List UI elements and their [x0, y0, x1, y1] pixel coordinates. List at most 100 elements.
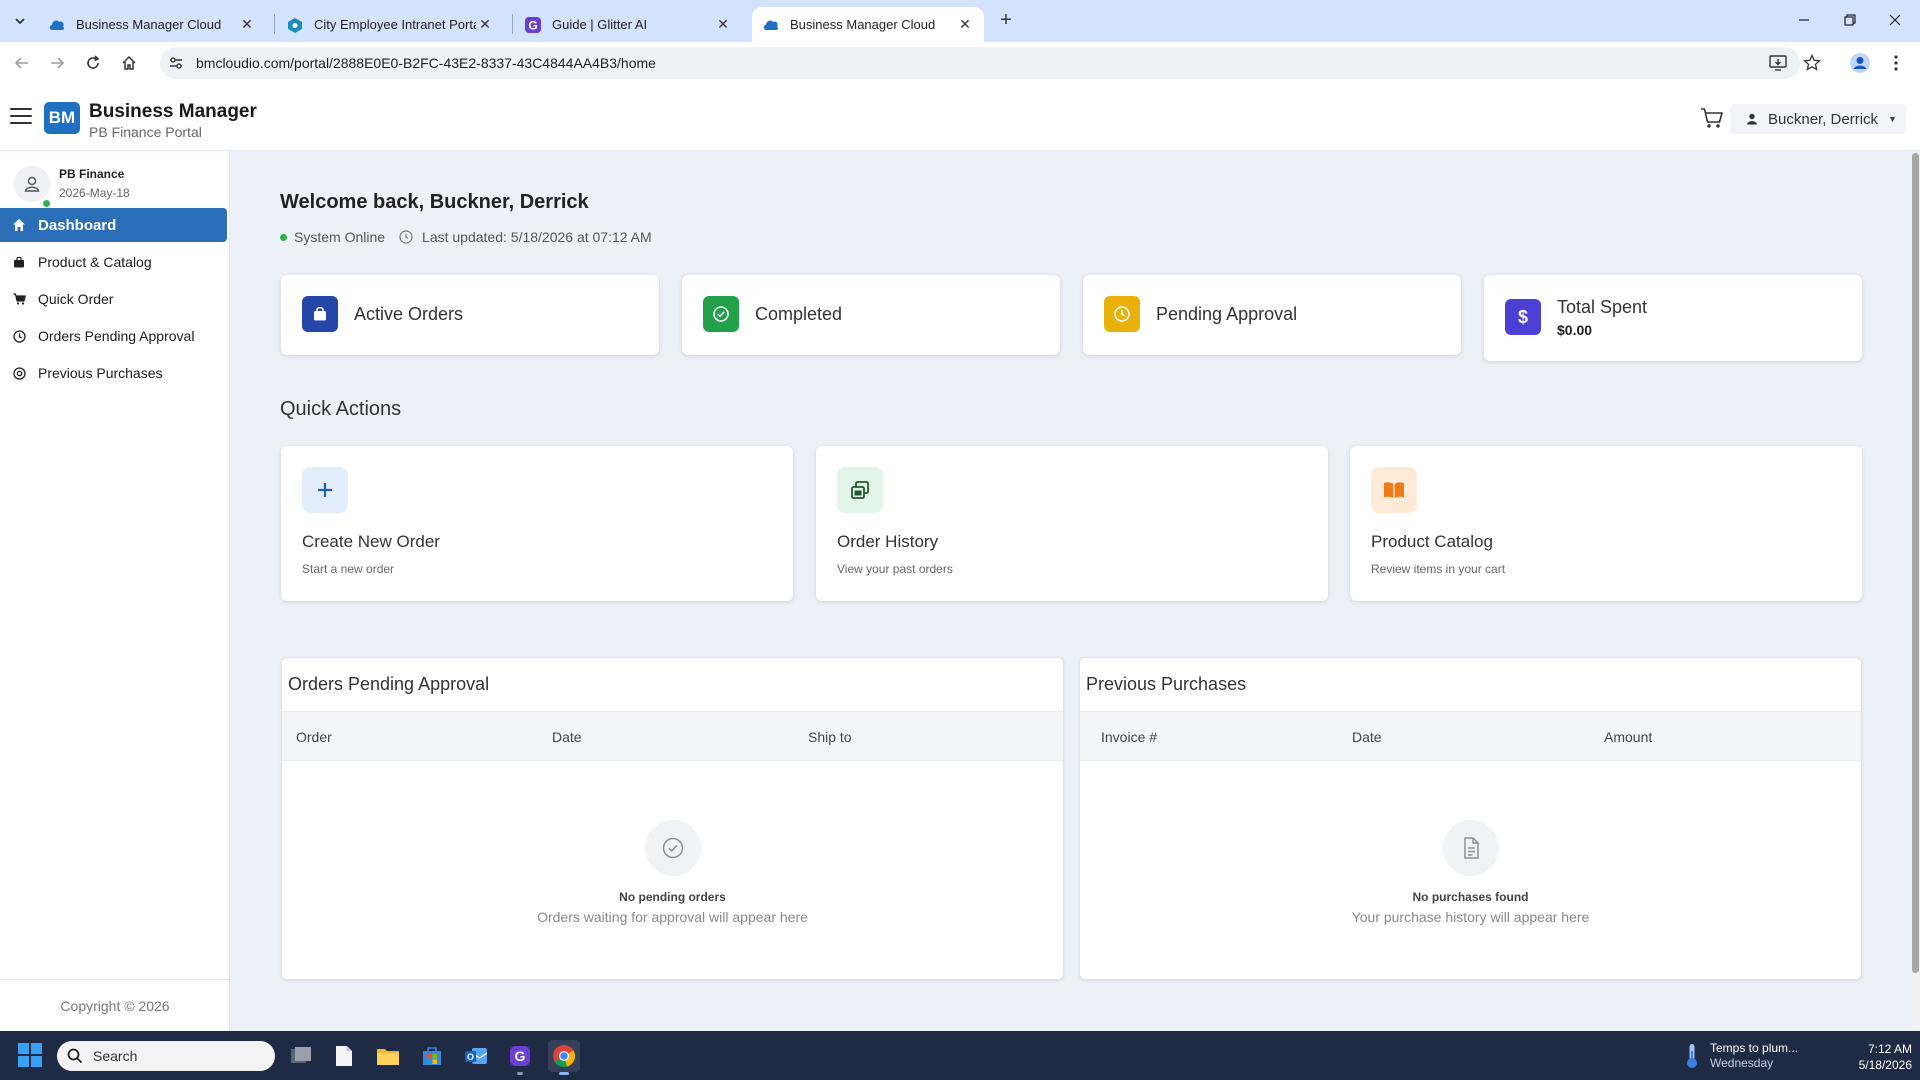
- tab-title: City Employee Intranet Portal -: [314, 17, 476, 32]
- app-title: Business Manager: [89, 101, 257, 122]
- order-history-card[interactable]: Order History View your past orders: [816, 446, 1328, 601]
- clock-date: 5/18/2026: [1858, 1058, 1912, 1072]
- tab-close-icon[interactable]: ✕: [476, 16, 494, 34]
- notepad-icon[interactable]: [328, 1040, 360, 1072]
- system-status: System Online Last updated: 5/18/2026 at…: [280, 228, 652, 246]
- hamburger-menu-icon[interactable]: [10, 105, 32, 127]
- forward-button[interactable]: [44, 50, 70, 76]
- reload-button[interactable]: [80, 50, 106, 76]
- browser-tabstrip: Business Manager Cloud ✕ City Employee I…: [0, 0, 1920, 42]
- active-indicator: [559, 1072, 569, 1075]
- stat-label: Total Spent: [1557, 297, 1648, 317]
- microsoft-store-icon[interactable]: [416, 1040, 448, 1072]
- minimize-button[interactable]: [1789, 6, 1819, 34]
- sidebar-item-orders-pending-approval[interactable]: Orders Pending Approval: [0, 319, 227, 353]
- orders-pending-approval-panel: Orders Pending Approval Order Date Ship …: [281, 657, 1064, 980]
- last-updated-text: Last updated: 5/18/2026 at 07:12 AM: [422, 229, 652, 245]
- empty-state-title: No purchases found: [1412, 890, 1529, 904]
- check-circle-icon: [645, 820, 701, 876]
- file-explorer-icon[interactable]: [372, 1040, 404, 1072]
- address-bar[interactable]: bmcloudio.com/portal/2888E0E0-B2FC-43E2-…: [160, 47, 1800, 79]
- table-header: Invoice # Date Amount: [1080, 711, 1861, 761]
- home-button[interactable]: [116, 50, 142, 76]
- stat-card-pending-approval[interactable]: Pending Approval: [1083, 275, 1461, 355]
- sidebar-item-product-catalog[interactable]: Product & Catalog: [0, 245, 227, 279]
- new-tab-button[interactable]: +: [994, 8, 1018, 32]
- tab-close-icon[interactable]: ✕: [238, 16, 256, 34]
- column-header-date[interactable]: Date: [552, 729, 582, 745]
- column-header-order[interactable]: Order: [296, 729, 332, 745]
- bag-icon: [0, 256, 38, 268]
- empty-state-title: No pending orders: [619, 890, 726, 904]
- tab-close-icon[interactable]: ✕: [956, 16, 974, 34]
- bookmark-star-icon[interactable]: [1799, 50, 1825, 76]
- taskbar: Search O G Temps to plum... Wednesday 7:…: [0, 1031, 1920, 1080]
- tab-title: Business Manager Cloud: [76, 17, 222, 32]
- tab-search-button[interactable]: [8, 9, 32, 33]
- sidebar-item-quick-order[interactable]: Quick Order: [0, 282, 227, 316]
- install-app-icon[interactable]: [1765, 50, 1791, 76]
- glitter-app-icon[interactable]: G: [504, 1040, 536, 1075]
- column-header-amount[interactable]: Amount: [1604, 729, 1652, 745]
- empty-state-subtitle: Your purchase history will appear here: [1351, 909, 1590, 925]
- tab-separator: [274, 14, 275, 34]
- open-book-icon: [1371, 467, 1417, 513]
- history-icon: [0, 366, 38, 380]
- system-clock[interactable]: 7:12 AM 5/18/2026: [1822, 1041, 1912, 1073]
- browser-menu-icon[interactable]: [1883, 50, 1909, 76]
- chrome-icon[interactable]: [548, 1040, 580, 1075]
- previous-purchases-panel: Previous Purchases Invoice # Date Amount…: [1079, 657, 1862, 980]
- column-header-date[interactable]: Date: [1352, 729, 1382, 745]
- scrollbar-thumb[interactable]: [1912, 153, 1919, 973]
- profile-avatar-icon[interactable]: [1847, 50, 1873, 76]
- cloud-favicon-icon: [762, 16, 780, 34]
- close-window-button[interactable]: [1880, 6, 1910, 34]
- home-icon: [0, 218, 38, 232]
- browser-tab-3[interactable]: G Guide | Glitter AI ✕: [514, 7, 742, 42]
- quick-action-title: Create New Order: [302, 532, 440, 551]
- profile-name: PB Finance: [59, 167, 125, 181]
- profile-block: PB Finance 2026-May-18: [12, 163, 222, 207]
- stat-card-active-orders[interactable]: Active Orders: [281, 275, 659, 355]
- sidebar: PB Finance 2026-May-18 Dashboard Product…: [0, 151, 230, 1031]
- svg-text:G: G: [515, 1048, 526, 1064]
- outlook-icon[interactable]: O: [460, 1040, 492, 1072]
- taskbar-search[interactable]: Search: [57, 1041, 275, 1071]
- check-circle-icon: [703, 296, 739, 332]
- browser-tab-4-active[interactable]: Business Manager Cloud ✕: [752, 7, 984, 42]
- dollar-icon: $: [1505, 299, 1541, 335]
- browser-tab-2[interactable]: City Employee Intranet Portal - ✕: [276, 7, 504, 42]
- stat-card-completed[interactable]: Completed: [682, 275, 1060, 355]
- clock-time: 7:12 AM: [1867, 1042, 1912, 1056]
- running-indicator: [517, 1072, 523, 1075]
- site-settings-icon[interactable]: [160, 55, 192, 71]
- column-header-ship-to[interactable]: Ship to: [808, 729, 852, 745]
- clock-icon: [0, 329, 38, 343]
- restore-button[interactable]: [1835, 6, 1865, 34]
- back-button[interactable]: [9, 50, 35, 76]
- svg-text:O: O: [467, 1052, 474, 1062]
- task-view-icon[interactable]: [285, 1040, 317, 1072]
- app-logo: BM: [44, 102, 80, 134]
- clock-icon: [1104, 296, 1140, 332]
- windows-start-icon[interactable]: [18, 1043, 42, 1067]
- search-placeholder: Search: [93, 1048, 138, 1064]
- create-new-order-card[interactable]: Create New Order Start a new order: [281, 446, 793, 601]
- clock-icon: [399, 230, 413, 244]
- weather-widget[interactable]: Temps to plum... Wednesday: [1684, 1040, 1798, 1072]
- tab-title: Guide | Glitter AI: [552, 17, 648, 32]
- product-catalog-card[interactable]: Product Catalog Review items in your car…: [1350, 446, 1862, 601]
- profile-date: 2026-May-18: [59, 186, 130, 200]
- page-scrollbar[interactable]: [1911, 151, 1920, 1031]
- shopping-bag-icon: [302, 296, 338, 332]
- sidebar-item-previous-purchases[interactable]: Previous Purchases: [0, 356, 227, 390]
- sidebar-item-dashboard[interactable]: Dashboard: [0, 208, 227, 242]
- browser-tab-1[interactable]: Business Manager Cloud ✕: [38, 7, 266, 42]
- stat-label: Active Orders: [354, 304, 464, 324]
- tab-close-icon[interactable]: ✕: [714, 16, 732, 34]
- cart-icon[interactable]: [1699, 106, 1725, 130]
- user-menu-button[interactable]: Buckner, Derrick ▼: [1730, 104, 1906, 134]
- column-header-invoice[interactable]: Invoice #: [1101, 729, 1157, 745]
- stat-card-total-spent[interactable]: $ Total Spent $0.00: [1484, 275, 1862, 361]
- stat-value: $0.00: [1557, 322, 1593, 338]
